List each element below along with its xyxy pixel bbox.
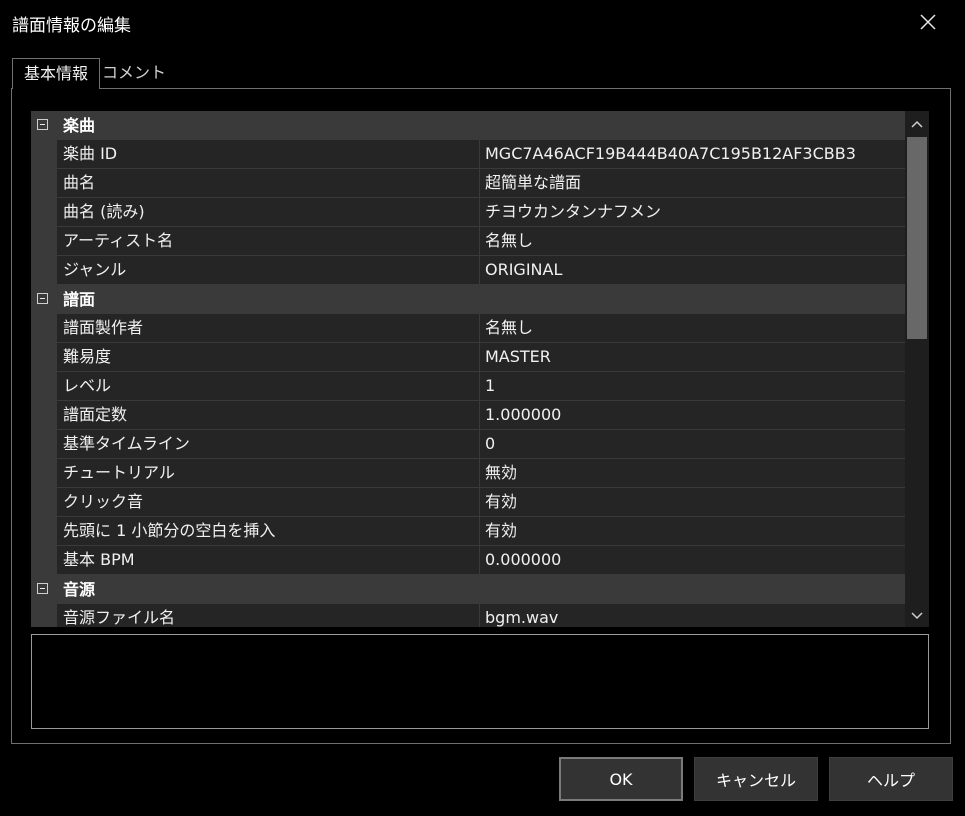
cancel-button[interactable]: キャンセル <box>694 757 818 801</box>
property-value[interactable]: ORIGINAL <box>485 256 562 284</box>
property-row[interactable]: レベル 1 <box>31 372 905 401</box>
property-value[interactable]: 名無し <box>485 314 533 342</box>
property-row[interactable]: 譜面定数 1.000000 <box>31 401 905 430</box>
property-name: 先頭に 1 小節分の空白を挿入 <box>63 521 276 540</box>
vertical-scrollbar[interactable] <box>905 111 929 627</box>
property-row[interactable]: 基準タイムライン 0 <box>31 430 905 459</box>
property-name: ジャンル <box>63 260 127 279</box>
property-value-cell[interactable]: チヨウカンタンナフメン <box>480 198 905 227</box>
property-row[interactable]: 曲名 超簡単な譜面 <box>31 169 905 198</box>
tab-basic-info[interactable]: 基本情報 <box>12 58 100 89</box>
minus-box-icon[interactable] <box>37 583 48 594</box>
title-bar: 譜面情報の編集 <box>0 0 965 44</box>
property-name: 音源ファイル名 <box>63 608 176 627</box>
property-value[interactable]: 名無し <box>485 227 533 255</box>
property-name: アーティスト名 <box>63 231 174 250</box>
property-value-cell[interactable]: 有効 <box>480 517 905 546</box>
help-button[interactable]: ヘルプ <box>829 757 953 801</box>
property-value[interactable]: 有効 <box>485 488 517 516</box>
property-value[interactable]: MASTER <box>485 343 551 371</box>
close-button[interactable] <box>906 6 950 38</box>
property-name: 難易度 <box>63 347 112 366</box>
property-name: 曲名 (読み) <box>63 202 145 221</box>
property-row[interactable]: 先頭に 1 小節分の空白を挿入 有効 <box>31 517 905 546</box>
category-row-music[interactable]: 楽曲 <box>31 111 905 140</box>
property-value-cell[interactable]: 名無し <box>480 314 905 343</box>
property-name: 基本 BPM <box>63 550 135 569</box>
scrollbar-thumb[interactable] <box>907 137 927 339</box>
property-name: 譜面製作者 <box>63 318 144 337</box>
tab-comment[interactable]: コメント <box>102 58 166 88</box>
property-value-cell[interactable]: MGC7A46ACF19B444B40A7C195B12AF3CBB3 <box>480 140 905 169</box>
chevron-down-icon <box>911 612 923 620</box>
category-row-audio[interactable]: 音源 <box>31 575 905 604</box>
close-icon <box>920 14 936 30</box>
property-value[interactable]: 0.000000 <box>485 546 561 574</box>
property-row[interactable]: 楽曲 ID MGC7A46ACF19B444B40A7C195B12AF3CBB… <box>31 140 905 169</box>
property-name: チュートリアル <box>63 463 175 482</box>
property-value-cell[interactable]: bgm.wav <box>480 604 905 627</box>
property-name: レベル <box>63 376 112 395</box>
property-row[interactable]: 譜面製作者 名無し <box>31 314 905 343</box>
minus-box-icon[interactable] <box>37 119 48 130</box>
category-row-chart[interactable]: 譜面 <box>31 285 905 314</box>
property-value-cell[interactable]: 名無し <box>480 227 905 256</box>
property-value[interactable]: 超簡単な譜面 <box>485 169 581 197</box>
property-row[interactable]: チュートリアル 無効 <box>31 459 905 488</box>
property-name: 曲名 <box>63 173 96 192</box>
property-value[interactable]: bgm.wav <box>485 604 558 627</box>
property-value-cell[interactable]: 1 <box>480 372 905 401</box>
category-label: 楽曲 <box>63 116 96 135</box>
property-value-cell[interactable]: 0 <box>480 430 905 459</box>
property-value[interactable]: 0 <box>485 430 495 458</box>
scroll-down-button[interactable] <box>905 605 929 627</box>
property-grid: 楽曲 楽曲 ID MGC7A46ACF19B444B40A7C195B12AF3… <box>31 111 905 627</box>
property-value-cell[interactable]: 1.000000 <box>480 401 905 430</box>
property-row[interactable]: アーティスト名 名無し <box>31 227 905 256</box>
property-row[interactable]: クリック音 有効 <box>31 488 905 517</box>
property-name: 基準タイムライン <box>63 434 190 453</box>
property-row[interactable]: 難易度 MASTER <box>31 343 905 372</box>
property-value-cell[interactable]: MASTER <box>480 343 905 372</box>
property-value[interactable]: MGC7A46ACF19B444B40A7C195B12AF3CBB3 <box>485 140 856 168</box>
minus-box-icon[interactable] <box>37 293 48 304</box>
property-value[interactable]: チヨウカンタンナフメン <box>485 198 661 226</box>
property-name: 楽曲 ID <box>63 144 118 163</box>
property-value-cell[interactable]: 有効 <box>480 488 905 517</box>
property-value-cell[interactable]: 無効 <box>480 459 905 488</box>
chevron-up-icon <box>911 120 923 128</box>
property-row[interactable]: 基本 BPM 0.000000 <box>31 546 905 575</box>
property-value-cell[interactable]: 超簡単な譜面 <box>480 169 905 198</box>
window-title: 譜面情報の編集 <box>12 16 131 36</box>
property-value[interactable]: 1.000000 <box>485 401 561 429</box>
property-value-cell[interactable]: 0.000000 <box>480 546 905 575</box>
property-value[interactable]: 1 <box>485 372 495 400</box>
ok-button[interactable]: OK <box>559 757 683 801</box>
property-name: 譜面定数 <box>63 405 128 424</box>
property-row[interactable]: ジャンル ORIGINAL <box>31 256 905 285</box>
property-row[interactable]: 曲名 (読み) チヨウカンタンナフメン <box>31 198 905 227</box>
scroll-up-button[interactable] <box>905 113 929 135</box>
category-label: 音源 <box>63 580 96 599</box>
property-name: クリック音 <box>63 492 144 511</box>
property-value-cell[interactable]: ORIGINAL <box>480 256 905 285</box>
description-panel <box>31 634 929 729</box>
property-value[interactable]: 無効 <box>485 459 517 487</box>
category-label: 譜面 <box>63 290 96 309</box>
property-value[interactable]: 有効 <box>485 517 517 545</box>
property-row[interactable]: 音源ファイル名 bgm.wav <box>31 604 905 627</box>
